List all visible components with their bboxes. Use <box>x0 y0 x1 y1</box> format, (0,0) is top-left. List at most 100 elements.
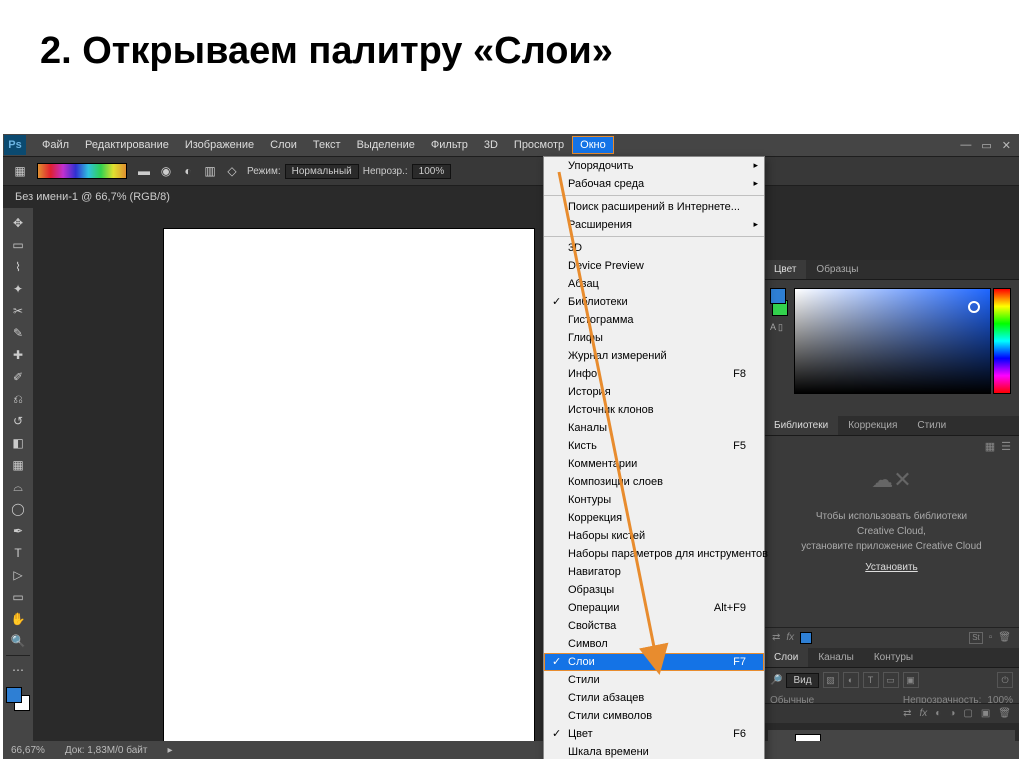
st-icon[interactable]: St <box>969 632 983 644</box>
menu-3d[interactable]: 3D <box>476 136 506 154</box>
menu-item-стили-абзацев[interactable]: Стили абзацев <box>544 689 764 707</box>
doc-size-readout[interactable]: Док: 1,83M/0 байт <box>65 745 148 756</box>
sq-icon[interactable]: ▫ <box>989 632 993 644</box>
menu-item-гистограмма[interactable]: Гистограмма <box>544 311 764 329</box>
color-handle-icon[interactable] <box>968 301 980 313</box>
canvas[interactable] <box>163 228 535 759</box>
mode-select[interactable]: Нормальный <box>285 164 359 179</box>
menu-item-комментарии[interactable]: Комментарии <box>544 455 764 473</box>
gradient-angle-icon[interactable]: ◐ <box>177 161 199 181</box>
menu-item-композиции-слоев[interactable]: Композиции слоев <box>544 473 764 491</box>
menu-item-операции[interactable]: ОперацииAlt+F9 <box>544 599 764 617</box>
close-icon[interactable]: ✕ <box>1002 139 1011 152</box>
swatch-mini-icon[interactable] <box>800 632 812 644</box>
menu-select[interactable]: Выделение <box>349 136 423 154</box>
document-tab[interactable]: Без имени-1 @ 66,7% (RGB/8) <box>3 186 1019 208</box>
mask-icon[interactable]: ◐ <box>935 708 941 719</box>
menu-item-инфо[interactable]: ИнфоF8 <box>544 365 764 383</box>
tab-libraries[interactable]: Библиотеки <box>764 416 838 435</box>
dodge-tool-icon[interactable]: ◯ <box>7 499 29 519</box>
trash-mid-icon[interactable]: 🗑 <box>998 632 1011 644</box>
install-link[interactable]: Установить <box>865 562 918 573</box>
menu-item-библиотеки[interactable]: Библиотеки <box>544 293 764 311</box>
filter-search-icon[interactable]: 🔎 <box>770 675 782 686</box>
menu-item-образцы[interactable]: Образцы <box>544 581 764 599</box>
menu-item-слои[interactable]: СлоиF7 <box>544 653 764 671</box>
fx-label[interactable]: fx <box>786 632 794 644</box>
move-tool-icon[interactable]: ✥ <box>7 213 29 233</box>
filter-type-icon[interactable]: T <box>863 672 879 688</box>
fx-icon[interactable]: fx <box>920 708 928 719</box>
link-layers-icon[interactable]: ⇄ <box>903 708 911 719</box>
menu-window[interactable]: Окно <box>572 136 614 154</box>
menu-item-цвет[interactable]: ЦветF6 <box>544 725 764 743</box>
menu-item-журнал-измерений[interactable]: Журнал измерений <box>544 347 764 365</box>
filter-shape-icon[interactable]: ▭ <box>883 672 899 688</box>
color-field[interactable] <box>794 288 991 394</box>
menu-item-контуры[interactable]: Контуры <box>544 491 764 509</box>
tab-adjustments[interactable]: Коррекция <box>838 416 907 435</box>
menu-item-стили[interactable]: Стили <box>544 671 764 689</box>
restore-icon[interactable]: ▭ <box>981 139 991 152</box>
color-swatches-mini[interactable] <box>770 288 788 316</box>
adjustment-icon[interactable]: ◑ <box>949 708 955 719</box>
menu-item-шкала-времени[interactable]: Шкала времени <box>544 743 764 759</box>
edit-toolbar-icon[interactable]: ⋯ <box>7 660 29 680</box>
gradient-reflected-icon[interactable]: ▥ <box>199 161 221 181</box>
menu-item-коррекция[interactable]: Коррекция <box>544 509 764 527</box>
menu-filter[interactable]: Фильтр <box>423 136 476 154</box>
gradient-radial-icon[interactable]: ◉ <box>155 161 177 181</box>
menu-item-workspace[interactable]: Рабочая среда <box>544 175 764 193</box>
menu-item-device-preview[interactable]: Device Preview <box>544 257 764 275</box>
gradient-linear-icon[interactable]: ▬ <box>133 161 155 181</box>
pen-tool-icon[interactable]: ✒ <box>7 521 29 541</box>
lasso-tool-icon[interactable]: ⌇ <box>7 257 29 277</box>
trash-icon[interactable]: 🗑 <box>998 708 1011 719</box>
shape-tool-icon[interactable]: ▭ <box>7 587 29 607</box>
zoom-tool-icon[interactable]: 🔍 <box>7 631 29 651</box>
menu-image[interactable]: Изображение <box>177 136 262 154</box>
menu-item-абзац[interactable]: Абзац <box>544 275 764 293</box>
menu-item-каналы[interactable]: Каналы <box>544 419 764 437</box>
filter-toggle-icon[interactable]: ⏻ <box>997 672 1013 688</box>
menu-item-навигатор[interactable]: Навигатор <box>544 563 764 581</box>
minimize-icon[interactable]: — <box>960 139 971 152</box>
brush-tool-icon[interactable]: ✐ <box>7 367 29 387</box>
filter-pix-icon[interactable]: ▧ <box>823 672 839 688</box>
menu-item-история[interactable]: История <box>544 383 764 401</box>
group-icon[interactable]: ▢ <box>963 708 972 719</box>
tab-paths[interactable]: Контуры <box>864 648 923 667</box>
eraser-tool-icon[interactable]: ◧ <box>7 433 29 453</box>
tab-layers[interactable]: Слои <box>764 648 808 667</box>
gradient-swatch[interactable] <box>37 163 127 179</box>
gradient-tool2-icon[interactable]: ▦ <box>7 455 29 475</box>
filter-adj-icon[interactable]: ◐ <box>843 672 859 688</box>
filter-smart-icon[interactable]: ▣ <box>903 672 919 688</box>
menu-item-arrange[interactable]: Упорядочить <box>544 157 764 175</box>
tab-color[interactable]: Цвет <box>764 260 806 279</box>
list-view-icon[interactable]: ☰ <box>1001 440 1011 453</box>
menu-item-3d[interactable]: 3D <box>544 239 764 257</box>
blur-tool-icon[interactable]: ⌓ <box>7 477 29 497</box>
path-tool-icon[interactable]: ▷ <box>7 565 29 585</box>
menu-item-символ[interactable]: Символ <box>544 635 764 653</box>
gradient-tool-icon[interactable]: ▦ <box>9 161 31 181</box>
fg-color-swatch[interactable] <box>6 687 22 703</box>
gradient-diamond-icon[interactable]: ◇ <box>221 161 243 181</box>
menu-edit[interactable]: Редактирование <box>77 136 177 154</box>
history-brush-icon[interactable]: ↺ <box>7 411 29 431</box>
zoom-readout[interactable]: 66,67% <box>11 745 45 756</box>
tab-channels[interactable]: Каналы <box>808 648 864 667</box>
menu-item-кисть[interactable]: КистьF5 <box>544 437 764 455</box>
color-swatch-tool[interactable] <box>6 687 30 711</box>
tab-swatches[interactable]: Образцы <box>806 260 868 279</box>
filter-kind-select[interactable]: Вид <box>786 673 818 688</box>
marquee-tool-icon[interactable]: ▭ <box>7 235 29 255</box>
wand-tool-icon[interactable]: ✦ <box>7 279 29 299</box>
hand-tool-icon[interactable]: ✋ <box>7 609 29 629</box>
eyedropper-tool-icon[interactable]: ✎ <box>7 323 29 343</box>
text-tool-icon[interactable]: T <box>7 543 29 563</box>
link-icon[interactable]: ⇄ <box>772 632 780 644</box>
menu-item-наборы-кистей[interactable]: Наборы кистей <box>544 527 764 545</box>
status-chevron-icon[interactable]: ▸ <box>167 745 172 756</box>
